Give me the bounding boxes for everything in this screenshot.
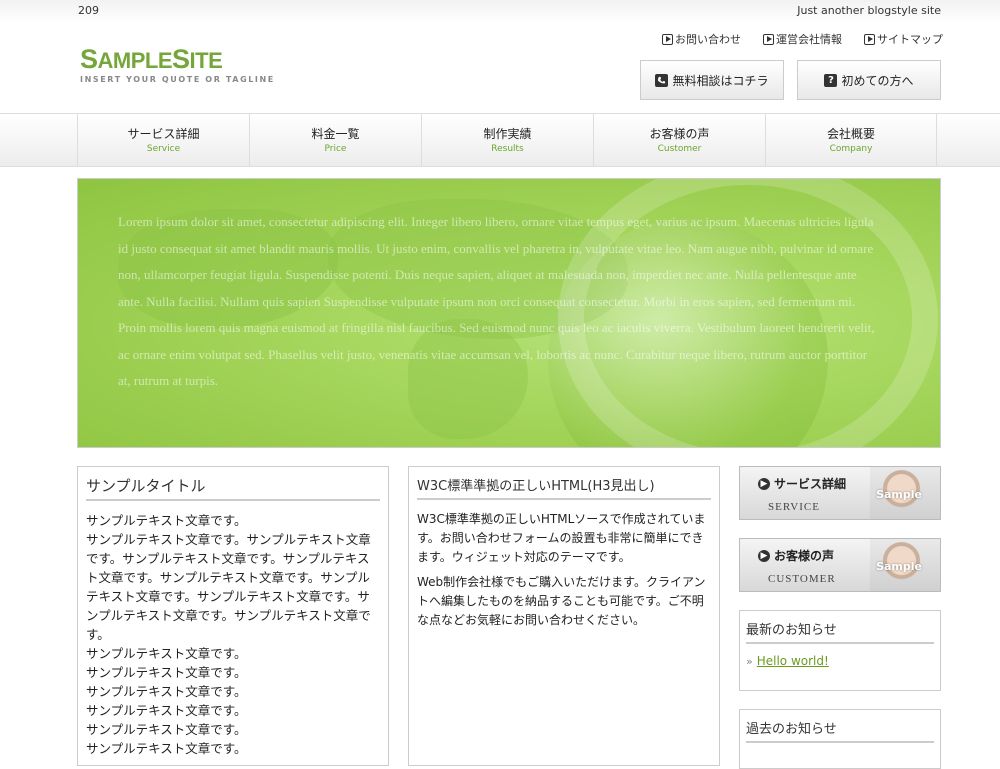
square-play-icon [763,33,774,45]
nav-item-price[interactable]: 料金一覧 Price [249,114,421,166]
w3c-info-panel: W3C標準準拠の正しいHTML(H3見出し) W3C標準準拠の正しいHTMLソー… [408,466,720,766]
counter-text: 209 [78,4,99,17]
nav-item-results[interactable]: 制作実績 Results [421,114,593,166]
news-link[interactable]: Hello world! [757,654,829,668]
first-time-button[interactable]: ? 初めての方へ [797,60,941,100]
utility-links: お問い合わせ 運営会社情報 サイトマップ [662,31,943,47]
company-info-link[interactable]: 運営会社情報 [763,31,842,47]
service-banner[interactable]: ▶ サービス詳細 Service Sample [739,466,941,520]
phone-icon [655,73,669,87]
logo-tagline: INSERT YOUR QUOTE OR TAGLINE [80,75,275,84]
hero-banner: Lorem ipsum dolor sit amet, consectetur … [77,178,941,448]
square-play-icon [662,33,673,45]
global-nav: サービス詳細 Service 料金一覧 Price 制作実績 Results お客様の… [0,113,1000,167]
panel-title: サンプルタイトル [86,475,380,501]
question-icon: ? [824,73,838,87]
sitemap-link[interactable]: サイトマップ [864,31,943,47]
panel-heading: W3C標準準拠の正しいHTML(H3見出し) [417,475,711,500]
past-news-widget: 過去のお知らせ [739,709,941,769]
logo-wordmark: SAMPLESITE [80,44,223,74]
site-tagline: Just another blogstyle site [797,4,941,17]
list-item: » Hello world! [746,654,934,668]
arrow-circle-icon: ▶ [758,477,770,490]
arrow-circle-icon: ▶ [758,549,770,562]
nav-item-company[interactable]: 会社概要 Company [765,114,937,166]
widget-title: 最新のお知らせ [746,619,934,644]
free-consult-button[interactable]: 無料相談はコチラ [640,60,784,100]
widget-title: 過去のお知らせ [746,718,934,743]
site-logo[interactable]: SAMPLESITE INSERT YOUR QUOTE OR TAGLINE [80,44,275,85]
double-chevron-icon: » [746,654,753,668]
square-play-icon [864,33,875,45]
panel-body: サンプルテキスト文章です。 サンプルテキスト文章です。サンプルテキスト文章です。… [86,513,371,756]
sample-content-panel: サンプルタイトル サンプルテキスト文章です。 サンプルテキスト文章です。サンプル… [77,466,389,766]
nav-item-customer[interactable]: お客様の声 Customer [593,114,765,166]
nav-item-service[interactable]: サービス詳細 Service [77,114,249,166]
latest-news-widget: 最新のお知らせ » Hello world! [739,610,941,691]
customer-voice-banner[interactable]: ▶ お客様の声 Customer Sample [739,538,941,592]
top-bar: 209 Just another blogstyle site [0,0,1000,24]
hero-text: Lorem ipsum dolor sit amet, consectetur … [118,214,875,388]
panel-body: W3C標準準拠の正しいHTMLソースで作成されています。お問い合わせフォームの設… [417,512,706,627]
contact-link[interactable]: お問い合わせ [662,31,741,47]
